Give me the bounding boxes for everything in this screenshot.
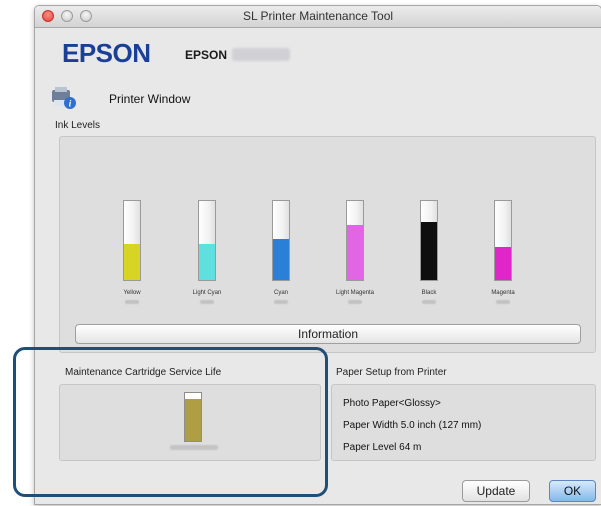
ink-name-label: Black bbox=[421, 290, 437, 296]
maintenance-section-label: Maintenance Cartridge Service Life bbox=[65, 367, 222, 378]
window-title: SL Printer Maintenance Tool bbox=[242, 9, 394, 23]
ink-code-blurred bbox=[274, 300, 288, 304]
paper-level: Paper Level 64 m bbox=[343, 442, 422, 453]
ink-code-blurred bbox=[125, 300, 139, 304]
ink-code-blurred bbox=[496, 300, 510, 304]
ink-tank bbox=[198, 200, 216, 281]
paper-type: Photo Paper<Glossy> bbox=[343, 398, 441, 409]
paper-setup-panel: Photo Paper<Glossy> Paper Width 5.0 inch… bbox=[331, 384, 596, 461]
information-button[interactable]: Information bbox=[75, 324, 581, 344]
maintenance-panel bbox=[59, 384, 321, 461]
ink-tank bbox=[494, 200, 512, 281]
ink-code-blurred bbox=[348, 300, 362, 304]
ink-level-fill bbox=[421, 221, 437, 280]
paper-width: Paper Width 5.0 inch (127 mm) bbox=[343, 420, 482, 431]
paper-setup-section-label: Paper Setup from Printer bbox=[336, 367, 447, 378]
ink-levels-label: Ink Levels bbox=[55, 120, 101, 131]
ink-tank bbox=[272, 200, 290, 281]
ink-tank bbox=[346, 200, 364, 281]
ink-tank bbox=[420, 200, 438, 281]
epson-logo: EPSON bbox=[62, 38, 151, 68]
title-bar: SL Printer Maintenance Tool bbox=[35, 6, 601, 28]
ink-name-label: Cyan bbox=[273, 290, 288, 296]
ink-code-blurred bbox=[422, 300, 436, 304]
ink-name-label: Yellow bbox=[123, 290, 141, 296]
maintenance-tool-window: SL Printer Maintenance Tool EPSON EPSON … bbox=[34, 5, 601, 505]
update-button[interactable]: Update bbox=[462, 480, 530, 502]
maintenance-cartridge-fill bbox=[185, 398, 201, 441]
ink-tank bbox=[123, 200, 141, 281]
ink-name-label: Light Cyan bbox=[192, 290, 222, 296]
ink-code-blurred bbox=[200, 300, 214, 304]
printer-info-icon[interactable]: i bbox=[50, 86, 78, 110]
ink-name-label: Magenta bbox=[491, 290, 515, 296]
printer-model-name: EPSON bbox=[185, 48, 228, 62]
maintenance-cartridge-gauge bbox=[184, 392, 202, 442]
ink-level-fill bbox=[199, 244, 215, 280]
printer-window-label[interactable]: Printer Window bbox=[109, 92, 190, 106]
ink-name-label: Light Magenta bbox=[335, 290, 375, 296]
maintenance-cartridge-code-blurred bbox=[170, 445, 218, 450]
ok-button[interactable]: OK bbox=[549, 480, 596, 502]
ink-level-fill bbox=[124, 244, 140, 280]
ink-level-fill bbox=[347, 224, 363, 280]
ink-levels-panel: Yellow Light Cyan Cyan Light Magenta Black Ma… bbox=[59, 136, 596, 353]
printer-model-number-blurred bbox=[232, 48, 290, 61]
ink-level-fill bbox=[495, 246, 511, 280]
ink-level-fill bbox=[273, 238, 289, 280]
